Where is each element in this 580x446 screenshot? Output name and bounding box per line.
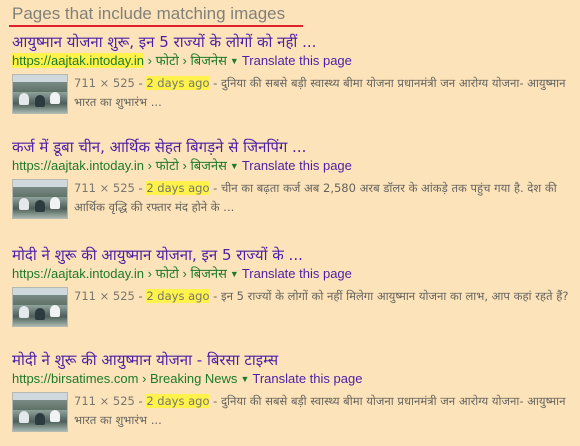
- translate-link[interactable]: Translate this page: [242, 266, 352, 281]
- result-title-link[interactable]: मोदी ने शुरू की आयुष्मान योजना, इन 5 राज…: [12, 246, 574, 264]
- result-url[interactable]: https://aajtak.intoday.in: [12, 158, 144, 173]
- result-title-link[interactable]: मोदी ने शुरू की आयुष्मान योजना - बिरसा ट…: [12, 351, 574, 369]
- result-breadcrumb: › फोटो › बिजनेस: [147, 53, 227, 68]
- result-snippet: 711 × 525 - 2 days ago - दुनिया की सबसे …: [74, 76, 566, 109]
- translate-link[interactable]: Translate this page: [242, 158, 352, 173]
- result-thumbnail[interactable]: [12, 179, 68, 219]
- result-thumbnail[interactable]: [12, 74, 68, 114]
- result-breadcrumb: › फोटो › बिजनेस: [147, 266, 227, 281]
- result-item: मोदी ने शुरू की आयुष्मान योजना, इन 5 राज…: [12, 246, 574, 327]
- image-dimensions: 711 × 525: [74, 394, 135, 408]
- result-snippet: 711 × 525 - 2 days ago - चीन का बढ़ता कर…: [74, 181, 557, 214]
- image-dimensions: 711 × 525: [74, 289, 135, 303]
- result-breadcrumb: › Breaking News: [142, 371, 238, 386]
- result-url-line: https://birsatimes.com › Breaking News ▼ T…: [12, 370, 574, 388]
- section-heading: Pages that include matching images: [12, 4, 286, 23]
- result-date: 2 days ago: [146, 181, 210, 195]
- result-url-line: https://aajtak.intoday.in › फोटो › बिजने…: [12, 157, 574, 175]
- result-thumbnail[interactable]: [12, 392, 68, 432]
- caret-down-icon[interactable]: ▼: [230, 161, 239, 171]
- result-url[interactable]: https://aajtak.intoday.in: [12, 53, 145, 68]
- image-dimensions: 711 × 525: [74, 76, 135, 90]
- result-body: 711 × 525 - 2 days ago - चीन का बढ़ता कर…: [12, 179, 574, 219]
- section-heading-wrap: Pages that include matching images: [9, 3, 303, 27]
- translate-link[interactable]: Translate this page: [242, 53, 352, 68]
- caret-down-icon[interactable]: ▼: [240, 374, 249, 384]
- result-body: 711 × 525 - 2 days ago - इन 5 राज्यों के…: [12, 287, 574, 327]
- result-title-link[interactable]: कर्ज में डूबा चीन, आर्थिक सेहत बिगड़ने स…: [12, 138, 574, 156]
- heading-underline: [9, 25, 303, 27]
- result-snippet: 711 × 525 - 2 days ago - दुनिया की सबसे …: [74, 394, 566, 427]
- result-date: 2 days ago: [146, 394, 210, 408]
- result-title-link[interactable]: आयुष्मान योजना शुरू, इन 5 राज्यों के लोग…: [12, 33, 574, 51]
- result-url[interactable]: https://birsatimes.com: [12, 371, 138, 386]
- caret-down-icon[interactable]: ▼: [230, 56, 239, 66]
- snippet-text: इन 5 राज्यों के लोगों को नहीं मिलेगा आयु…: [220, 289, 569, 303]
- result-body: 711 × 525 - 2 days ago - दुनिया की सबसे …: [12, 74, 574, 114]
- result-item: कर्ज में डूबा चीन, आर्थिक सेहत बिगड़ने स…: [12, 138, 574, 219]
- result-snippet: 711 × 525 - 2 days ago - इन 5 राज्यों के…: [74, 289, 569, 303]
- result-date: 2 days ago: [146, 289, 210, 303]
- result-url[interactable]: https://aajtak.intoday.in: [12, 266, 144, 281]
- result-url-line: https://aajtak.intoday.in › फोटो › बिजने…: [12, 52, 574, 70]
- result-item: आयुष्मान योजना शुरू, इन 5 राज्यों के लोग…: [12, 33, 574, 114]
- result-item: मोदी ने शुरू की आयुष्मान योजना - बिरसा ट…: [12, 351, 574, 432]
- translate-link[interactable]: Translate this page: [252, 371, 362, 386]
- caret-down-icon[interactable]: ▼: [230, 269, 239, 279]
- result-body: 711 × 525 - 2 days ago - दुनिया की सबसे …: [12, 392, 574, 432]
- result-thumbnail[interactable]: [12, 287, 68, 327]
- result-url-line: https://aajtak.intoday.in › फोटो › बिजने…: [12, 265, 574, 283]
- result-date: 2 days ago: [146, 76, 210, 90]
- image-dimensions: 711 × 525: [74, 181, 135, 195]
- result-breadcrumb: › फोटो › बिजनेस: [147, 158, 227, 173]
